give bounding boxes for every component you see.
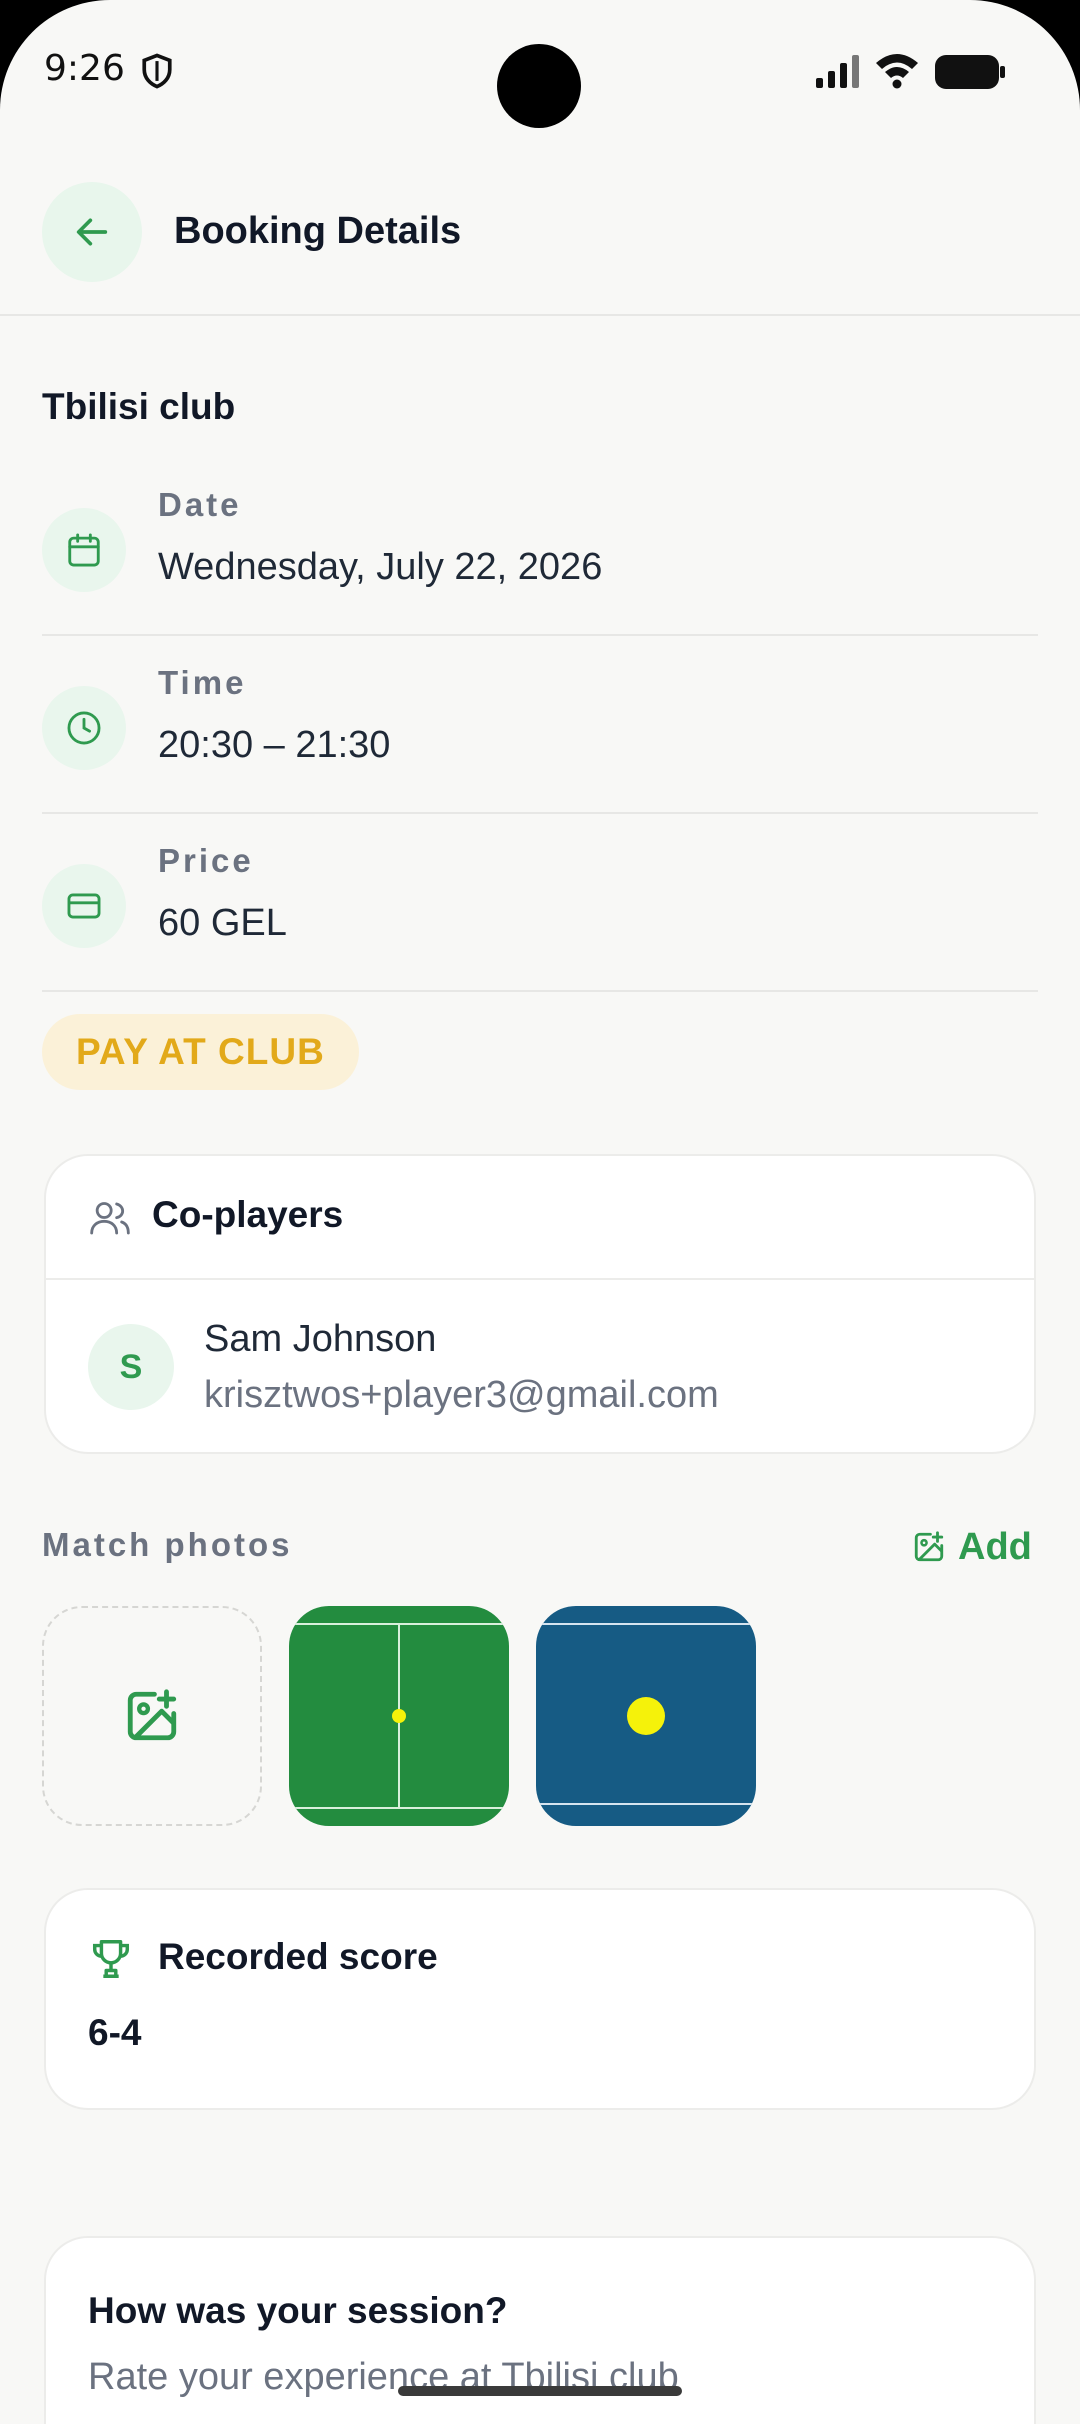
home-indicator[interactable]: [398, 2386, 682, 2396]
court-photo: [536, 1606, 756, 1826]
shield-icon: [142, 53, 172, 89]
battery-icon: [935, 55, 1005, 89]
front-camera: [497, 44, 581, 128]
coplayers-header: Co-players: [46, 1156, 1034, 1280]
date-value: Wednesday, July 22, 2026: [158, 546, 603, 588]
price-row: Price 60 GEL: [42, 814, 1038, 992]
payment-status-badge: PAY AT CLUB: [42, 1014, 359, 1090]
wifi-icon: [876, 54, 918, 89]
court-photo: [289, 1606, 509, 1826]
score-value: 6-4: [88, 2012, 142, 2053]
match-photo-thumbnail[interactable]: [536, 1606, 756, 1826]
calendar-icon: [68, 533, 100, 567]
coplayers-card: Co-players S Sam Johnson krisztwos+playe…: [44, 1154, 1036, 1454]
price-value: 60 GEL: [158, 902, 287, 944]
users-icon: [90, 1202, 130, 1235]
status-bar: 9:26: [0, 0, 1080, 150]
match-photos-label: Match photos: [42, 1526, 293, 1563]
player-name: Sam Johnson: [204, 1318, 437, 1360]
clock-icon: [67, 711, 101, 745]
app-header: Booking Details: [0, 170, 1080, 316]
time-label: Time: [158, 664, 247, 701]
date-row: Date Wednesday, July 22, 2026: [42, 458, 1038, 636]
match-photo-thumbnail[interactable]: [289, 1606, 509, 1826]
image-plus-icon: [914, 1531, 944, 1562]
price-label: Price: [158, 842, 254, 879]
back-button[interactable]: [42, 182, 142, 282]
score-title: Recorded score: [158, 1936, 438, 1977]
player-email: krisztwos+player3@gmail.com: [204, 1374, 719, 1416]
time-value: 20:30 – 21:30: [158, 724, 391, 766]
page-title: Booking Details: [174, 210, 462, 252]
arrow-left-icon: [76, 218, 108, 246]
screen: 9:26 Booking Details Tbilisi club Date W…: [0, 0, 1080, 2424]
add-photo-label: Add: [958, 1525, 1032, 1568]
upload-photo-tile[interactable]: [42, 1606, 262, 1826]
session-title: How was your session?: [88, 2290, 508, 2331]
avatar: S: [88, 1324, 174, 1410]
trophy-icon: [92, 1940, 130, 1978]
credit-card-icon: [67, 893, 101, 919]
signal-icon: [816, 55, 859, 88]
date-label: Date: [158, 486, 242, 523]
status-time: 9:26: [44, 48, 125, 89]
coplayers-title: Co-players: [152, 1194, 344, 1235]
image-plus-icon: [127, 1689, 177, 1741]
score-card: Recorded score 6-4: [44, 1888, 1036, 2110]
add-photo-button[interactable]: Add: [912, 1522, 1032, 1572]
club-name: Tbilisi club: [42, 386, 236, 427]
time-row: Time 20:30 – 21:30: [42, 636, 1038, 814]
